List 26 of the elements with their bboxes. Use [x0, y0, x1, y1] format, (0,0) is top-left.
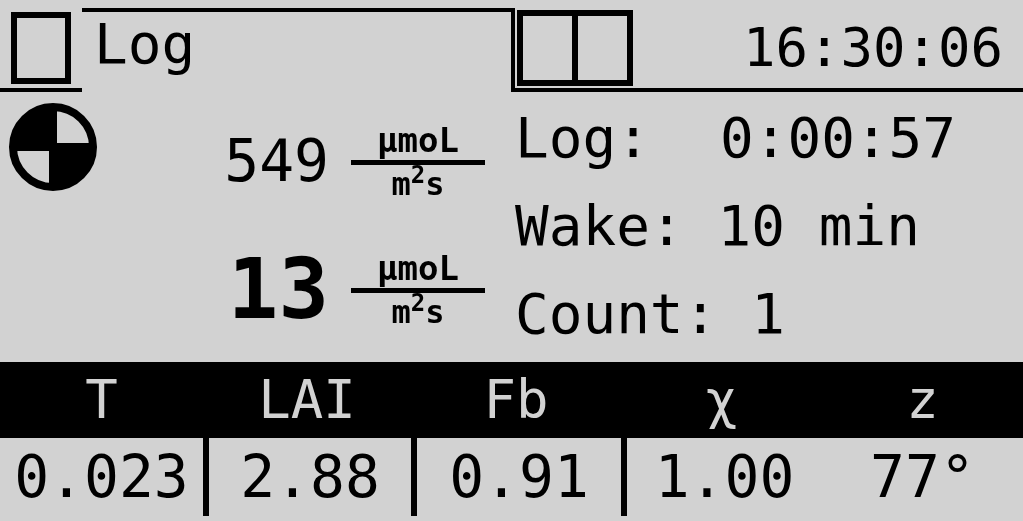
- status-label: Wake:: [515, 198, 684, 254]
- unit-numerator: µmoL: [377, 250, 459, 285]
- status-value: 1: [751, 286, 785, 342]
- unit-numerator: µmoL: [377, 122, 459, 157]
- table-cell: 2.88: [240, 448, 380, 506]
- status-value: 10 min: [717, 198, 920, 254]
- table-cell: 77°: [870, 448, 975, 506]
- table-cell: 1.00: [654, 448, 795, 506]
- reading-value: 549: [224, 132, 329, 190]
- compass-icon: [8, 102, 98, 192]
- column-header: Fb: [483, 373, 549, 427]
- double-square-icon: [517, 10, 633, 86]
- clock-time: 16:30:06: [742, 21, 1003, 75]
- reading-value: 13: [227, 247, 329, 331]
- unit-denominator: m$^{2}$s: [391, 295, 445, 328]
- table-cell: 0.91: [449, 448, 589, 506]
- status-value: 0:00:57: [720, 110, 956, 166]
- column-header: T: [85, 373, 118, 427]
- status-label: Count:: [515, 286, 718, 342]
- log-tab[interactable]: Log: [82, 8, 515, 92]
- table-cell: 0.023: [14, 448, 189, 506]
- column-header: LAI: [258, 373, 356, 427]
- square-icon: [11, 12, 71, 84]
- column-header: z: [906, 373, 939, 427]
- column-header: χ: [705, 373, 738, 427]
- unit-denominator: m$^{2}$s: [391, 167, 445, 200]
